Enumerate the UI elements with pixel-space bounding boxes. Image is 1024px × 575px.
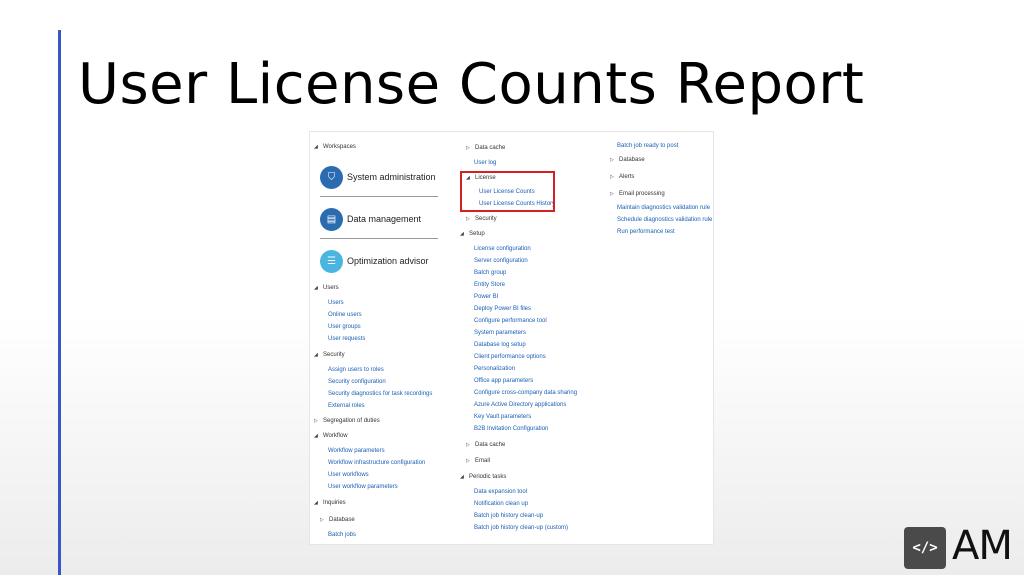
workflow-header[interactable]: ◢ Workflow <box>314 432 348 440</box>
expand-arrow-icon: ▷ <box>610 191 614 197</box>
segregation-of-duties-header[interactable]: ▷ Segregation of duties <box>314 417 380 425</box>
link-deploy-power-bi-files[interactable]: Deploy Power BI files <box>460 305 531 313</box>
collapse-arrow-icon: ◢ <box>314 352 318 358</box>
brand-letters: AM <box>952 523 1013 569</box>
expand-arrow-icon: ▷ <box>610 174 614 180</box>
database-header[interactable]: ▷ Database <box>320 516 355 524</box>
tile-system-administration[interactable]: ⛉ System administration <box>320 162 440 197</box>
link-cross-company-data-sharing[interactable]: Configure cross-company data sharing <box>460 389 577 397</box>
tile-optimization-advisor[interactable]: ☰ Optimization advisor <box>320 246 440 276</box>
link-users[interactable]: Users <box>314 299 344 307</box>
link-key-vault-parameters[interactable]: Key Vault parameters <box>460 413 531 421</box>
link-workflow-infrastructure-configuration[interactable]: Workflow infrastructure configuration <box>314 459 425 467</box>
link-user-workflows[interactable]: User workflows <box>314 471 369 479</box>
data-cache-top-header[interactable]: ▷ Data cache <box>466 144 505 152</box>
link-schedule-diagnostics-validation-rule[interactable]: Schedule diagnostics validation rule <box>610 216 712 224</box>
expand-arrow-icon: ▷ <box>466 145 470 151</box>
link-personalization[interactable]: Personalization <box>460 365 515 373</box>
link-workflow-parameters[interactable]: Workflow parameters <box>314 447 385 455</box>
expand-arrow-icon: ▷ <box>314 418 318 424</box>
periodic-tasks-header[interactable]: ◢ Periodic tasks <box>460 473 506 481</box>
users-header[interactable]: ◢ Users <box>314 284 339 292</box>
link-azure-ad-applications[interactable]: Azure Active Directory applications <box>460 401 566 409</box>
workspaces-header[interactable]: ◢ Workspaces <box>314 143 356 151</box>
link-maintain-diagnostics-validation-rule[interactable]: Maintain diagnostics validation rule <box>610 204 710 212</box>
link-server-configuration[interactable]: Server configuration <box>460 257 528 265</box>
link-b2b-invitation-configuration[interactable]: B2B Invitation Configuration <box>460 425 548 433</box>
link-office-app-parameters[interactable]: Office app parameters <box>460 377 533 385</box>
brand-logo: </> AM <box>904 523 1013 569</box>
link-database-log-setup[interactable]: Database log setup <box>460 341 526 349</box>
tile-data-management[interactable]: ▤ Data management <box>320 204 440 239</box>
collapse-arrow-icon: ◢ <box>314 144 318 150</box>
shield-icon: ⛉ <box>320 166 343 189</box>
link-user-workflow-parameters[interactable]: User workflow parameters <box>314 483 398 491</box>
collapse-arrow-icon: ◢ <box>314 433 318 439</box>
inquiries-header[interactable]: ◢ Inquiries <box>314 499 346 507</box>
link-user-groups[interactable]: User groups <box>314 323 361 331</box>
database-section-header[interactable]: ▷ Database <box>610 156 645 164</box>
link-notification-clean-up[interactable]: Notification clean up <box>460 500 528 508</box>
link-online-users[interactable]: Online users <box>314 311 362 319</box>
link-batch-group[interactable]: Batch group <box>460 269 506 277</box>
link-batch-job-ready-to-post[interactable]: Batch job ready to post <box>610 142 678 150</box>
link-power-bi[interactable]: Power BI <box>460 293 498 301</box>
expand-arrow-icon: ▷ <box>610 157 614 163</box>
link-batch-job-history-clean-up-custom[interactable]: Batch job history clean-up (custom) <box>460 524 568 532</box>
link-client-performance-options[interactable]: Client performance options <box>460 353 546 361</box>
data-cache-header[interactable]: ▷ Data cache <box>466 441 505 449</box>
link-entity-store[interactable]: Entity Store <box>460 281 505 289</box>
link-configure-performance-tool[interactable]: Configure performance tool <box>460 317 547 325</box>
link-user-log[interactable]: User log <box>460 159 496 167</box>
collapse-arrow-icon: ◢ <box>460 231 464 237</box>
list-icon: ☰ <box>320 250 343 273</box>
expand-arrow-icon: ▷ <box>466 216 470 222</box>
expand-arrow-icon: ▷ <box>466 458 470 464</box>
link-user-requests[interactable]: User requests <box>314 335 365 343</box>
link-batch-jobs[interactable]: Batch jobs <box>314 531 356 539</box>
link-license-configuration[interactable]: License configuration <box>460 245 531 253</box>
admin-menu-screenshot: ◢ Workspaces ⛉ System administration ▤ Da… <box>309 131 714 545</box>
link-batch-job-history-clean-up[interactable]: Batch job history clean-up <box>460 512 543 520</box>
license-highlight-box <box>460 171 555 212</box>
accent-line <box>58 30 61 575</box>
security-header[interactable]: ◢ Security <box>314 351 345 359</box>
alerts-header[interactable]: ▷ Alerts <box>610 173 634 181</box>
email-processing-header[interactable]: ▷ Email processing <box>610 190 665 198</box>
tile-divider <box>320 196 438 197</box>
setup-header[interactable]: ◢ Setup <box>460 230 485 238</box>
collapse-arrow-icon: ◢ <box>314 285 318 291</box>
expand-arrow-icon: ▷ <box>320 517 324 523</box>
page-title: User License Counts Report <box>78 52 865 117</box>
email-header[interactable]: ▷ Email <box>466 457 490 465</box>
collapse-arrow-icon: ◢ <box>460 474 464 480</box>
link-assign-users-to-roles[interactable]: Assign users to roles <box>314 366 384 374</box>
link-external-roles[interactable]: External roles <box>314 402 365 410</box>
expand-arrow-icon: ▷ <box>466 442 470 448</box>
code-brackets-icon: </> <box>904 527 946 569</box>
database-icon: ▤ <box>320 208 343 231</box>
link-security-diagnostics[interactable]: Security diagnostics for task recordings <box>314 390 432 398</box>
link-security-configuration[interactable]: Security configuration <box>314 378 386 386</box>
tile-divider <box>320 238 438 239</box>
security-section-header[interactable]: ▷ Security <box>466 215 497 223</box>
link-system-parameters[interactable]: System parameters <box>460 329 526 337</box>
link-data-expansion-tool[interactable]: Data expansion tool <box>460 488 527 496</box>
collapse-arrow-icon: ◢ <box>314 500 318 506</box>
link-run-performance-test[interactable]: Run performance test <box>610 228 675 236</box>
